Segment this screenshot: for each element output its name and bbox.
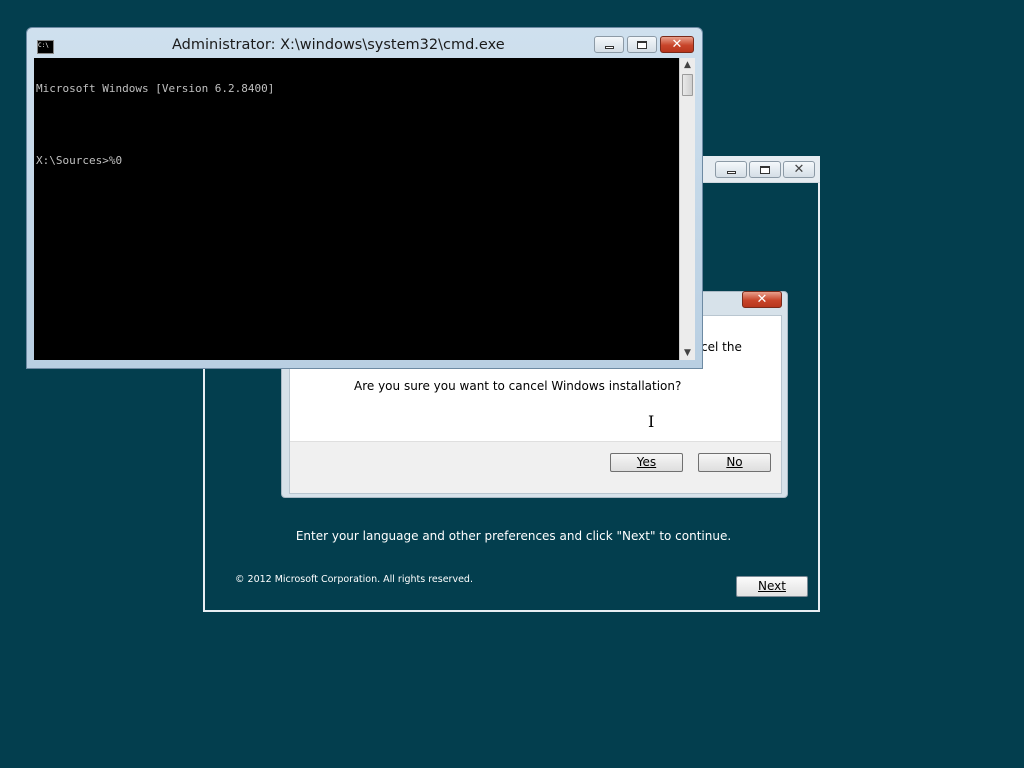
console-line: Microsoft Windows [Version 6.2.8400] [36,82,275,95]
yes-button[interactable]: Yes [610,453,683,472]
minimize-icon [604,45,614,49]
setup-maximize-button[interactable] [749,161,781,178]
dialog-question: Are you sure you want to cancel Windows … [354,379,682,393]
close-icon: ✕ [793,162,805,177]
dialog-footer: Yes No [290,441,781,493]
maximize-icon [637,40,647,49]
next-button[interactable]: Next [736,576,808,597]
cmd-window-title: Administrator: X:\windows\system32\cmd.e… [172,37,505,53]
cmd-minimize-button[interactable] [594,36,624,53]
text-cursor-icon: I [648,412,655,431]
console-output[interactable]: Microsoft Windows [Version 6.2.8400] X:\… [34,58,679,360]
setup-close-button[interactable]: ✕ [783,161,815,178]
scroll-up-arrow-icon[interactable]: ▲ [680,58,695,72]
scroll-down-arrow-icon[interactable]: ▼ [680,346,695,360]
scrollbar-thumb[interactable] [682,74,693,96]
close-icon: ✕ [756,292,768,307]
dialog-partial-text: cel the [701,340,742,354]
yes-label: Yes [636,455,657,469]
copyright-text: © 2012 Microsoft Corporation. All rights… [235,574,473,585]
next-label: Next [758,579,786,593]
cmd-maximize-button[interactable] [627,36,657,53]
maximize-icon [760,165,770,174]
no-button[interactable]: No [698,453,771,472]
console-scrollbar[interactable]: ▲ ▼ [679,58,695,360]
console-line: X:\Sources>%0 [36,154,123,167]
no-label: No [726,455,743,469]
setup-minimize-button[interactable] [715,161,747,178]
dialog-close-button[interactable]: ✕ [742,291,782,308]
cmd-window[interactable]: C:\ Administrator: X:\windows\system32\c… [26,27,703,369]
close-icon: ✕ [671,37,683,52]
cmd-close-button[interactable]: ✕ [660,36,694,53]
minimize-icon [726,170,736,174]
cmd-app-icon[interactable]: C:\ [37,40,54,54]
setup-instruction: Enter your language and other preference… [295,529,732,543]
